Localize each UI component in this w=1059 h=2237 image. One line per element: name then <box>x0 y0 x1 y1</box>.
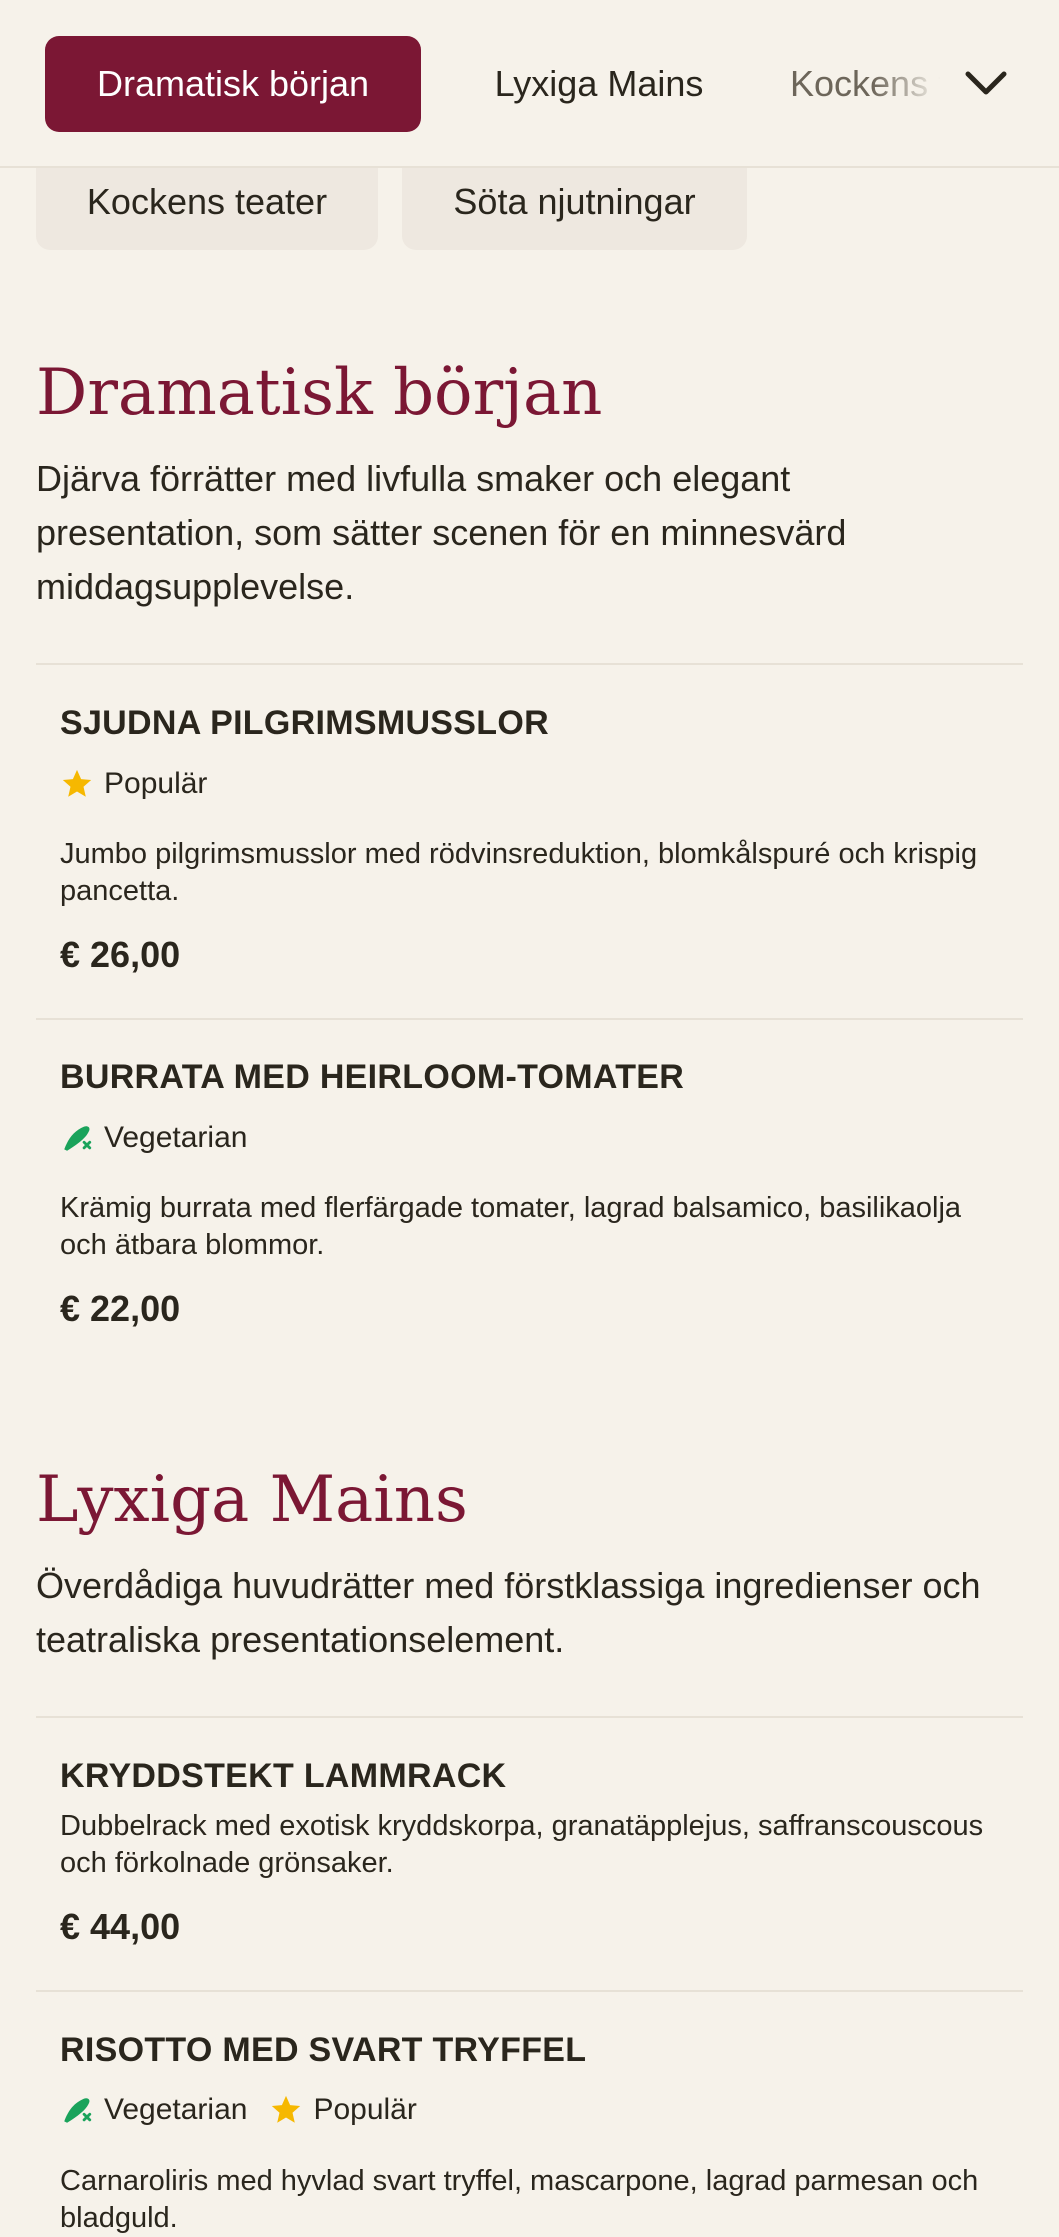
menu-item-price: € 44,00 <box>60 1906 181 1947</box>
menu-item-description: Carnaroliris med hyvlad svart tryffel, m… <box>60 2165 979 2234</box>
vegetarian-icon <box>64 1126 92 1151</box>
menu-item-description: Dubbelrack med exotisk kryddskorpa, gran… <box>60 1810 984 1879</box>
item-badges: Vegetarian <box>60 1118 259 1158</box>
badge-label: Vegetarian <box>104 2093 248 2126</box>
category-nav-bar: Dramatisk början Lyxiga Mains Kockens te… <box>0 0 1059 168</box>
tab-kockens-teater[interactable]: Kockens teater <box>790 36 940 132</box>
divider <box>36 1990 1023 1992</box>
star-icon <box>62 769 92 797</box>
menu-item-price: € 22,00 <box>60 1288 181 1329</box>
chevron-down-icon[interactable] <box>960 58 1012 110</box>
menu-item-price: € 26,00 <box>60 934 181 975</box>
menu-item-name[interactable]: SJUDNA PILGRIMSMUSSLOR <box>60 704 549 743</box>
divider <box>36 1716 1023 1718</box>
item-badges: Populär <box>60 764 219 804</box>
section-title-dramatisk-borjan: Dramatisk början <box>36 356 603 430</box>
menu-item-name[interactable]: BURRATA MED HEIRLOOM-TOMATER <box>60 1058 684 1097</box>
menu-item-name[interactable]: RISOTTO MED SVART TRYFFEL <box>60 2031 586 2070</box>
menu-item-description: Jumbo pilgrimsmusslor med rödvinsredukti… <box>60 838 978 907</box>
section-description: Överdådiga huvudrätter med förstklassiga… <box>36 1565 981 1660</box>
section-description: Djärva förrätter med livfulla smaker och… <box>36 458 847 607</box>
menu-item-name[interactable]: KRYDDSTEKT LAMMRACK <box>60 1757 506 1796</box>
vegetarian-icon <box>64 2098 92 2123</box>
star-icon <box>272 2095 301 2123</box>
tab-lyxiga-mains[interactable]: Lyxiga Mains <box>430 36 768 132</box>
section-title-lyxiga-mains: Lyxiga Mains <box>36 1463 468 1537</box>
badge-label: Vegetarian <box>104 1121 248 1154</box>
item-badges: Vegetarian Populär <box>60 2090 429 2130</box>
badge-label: Populär <box>104 767 208 800</box>
divider <box>36 663 1023 665</box>
tab-dramatisk-borjan[interactable]: Dramatisk början <box>45 36 421 132</box>
divider <box>36 1018 1023 1020</box>
badge-label: Populär <box>313 2093 417 2126</box>
menu-item-description: Krämig burrata med flerfärgade tomater, … <box>60 1192 962 1261</box>
